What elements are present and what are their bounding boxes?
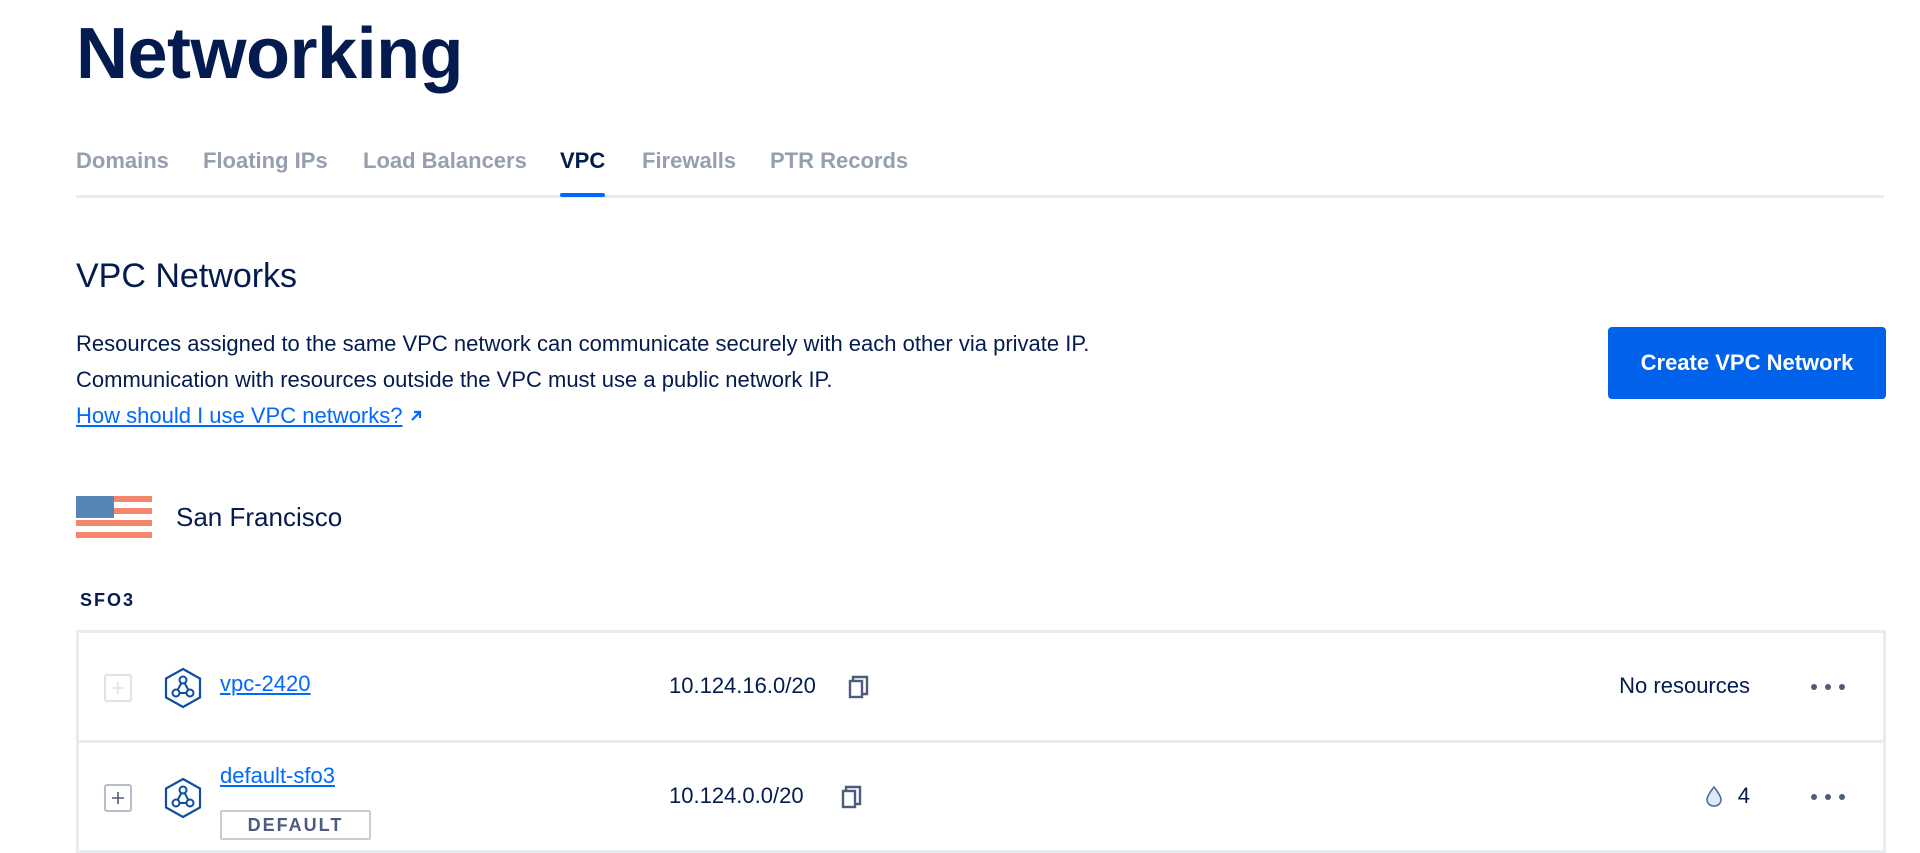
copy-icon[interactable] [838,783,864,811]
expand-toggle[interactable] [104,674,132,702]
plus-icon [112,682,124,694]
region-header: San Francisco [76,496,342,538]
dot-icon [1839,684,1845,690]
vpc-name-link[interactable]: default-sfo3 [220,763,335,789]
ip-range: 10.124.16.0/20 [669,673,816,698]
description-line-2: Communication with resources outside the… [76,367,833,392]
networking-page: Networking Domains Floating IPs Load Bal… [0,0,1920,853]
plus-icon [112,792,124,804]
tab-load-balancers[interactable]: Load Balancers [363,146,527,192]
more-actions-button[interactable] [1811,785,1845,809]
table-row: vpc-2420 10.124.16.0/20 No resources [79,633,1883,743]
expand-toggle[interactable] [104,784,132,812]
tab-vpc[interactable]: VPC [560,146,606,197]
section-description: Resources assigned to the same VPC netwo… [76,326,1089,434]
dot-icon [1839,794,1845,800]
resources-count-value: 4 [1737,783,1750,808]
datacenter-label: SFO3 [80,590,136,610]
networking-tabs: Domains Floating IPs Load Balancers VPC … [76,140,1884,198]
dot-icon [1825,684,1831,690]
dot-icon [1811,794,1817,800]
default-badge: DEFAULT [220,810,371,840]
tab-firewalls[interactable]: Firewalls [642,146,736,192]
vpc-network-icon [164,667,202,709]
ip-range: 10.124.0.0/20 [669,783,804,808]
section-title: VPC Networks [76,257,298,295]
tab-ptr-records[interactable]: PTR Records [770,146,908,192]
more-actions-button[interactable] [1811,675,1845,699]
us-flag-icon [76,496,152,538]
dot-icon [1825,794,1831,800]
table-row: default-sfo3 DEFAULT 10.124.0.0/20 4 [79,743,1883,853]
external-link-icon [410,410,421,421]
page-title: Networking [76,14,464,94]
help-link[interactable]: How should I use VPC networks? [76,398,423,434]
droplet-icon [1705,785,1722,807]
description-line-1: Resources assigned to the same VPC netwo… [76,331,1090,356]
vpc-table: vpc-2420 10.124.16.0/20 No resources def… [76,630,1886,853]
vpc-name-link[interactable]: vpc-2420 [220,671,311,697]
resources-count: 4 [1705,783,1750,809]
vpc-network-icon [164,777,202,819]
help-link-label: How should I use VPC networks? [76,403,403,428]
create-vpc-network-button[interactable]: Create VPC Network [1608,327,1886,399]
tab-domains[interactable]: Domains [76,146,169,192]
resources-status: No resources [1619,673,1750,698]
tab-floating-ips[interactable]: Floating IPs [203,146,328,192]
region-name: San Francisco [176,501,343,532]
dot-icon [1811,684,1817,690]
copy-icon[interactable] [845,673,871,701]
